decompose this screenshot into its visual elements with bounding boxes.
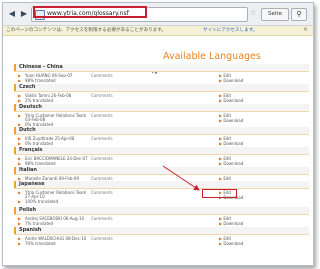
language-marker (14, 64, 16, 71)
divider (14, 154, 309, 155)
language-header: Spanish (14, 227, 309, 234)
download-link[interactable]: ▶ Download (219, 78, 243, 83)
divider (14, 214, 309, 215)
bullet-icon: ▶ (18, 98, 22, 103)
language-marker (14, 227, 16, 234)
bullet-icon: ▶ (18, 241, 22, 246)
star-icon[interactable]: ☆ (249, 7, 257, 20)
info-bar-link[interactable]: サイトにアクセスします。 (203, 27, 257, 33)
forward-icon[interactable]: ▶ (18, 8, 30, 20)
page-menu-button[interactable]: Seite (261, 8, 289, 21)
browser-toolbar: ◀ ▶ www.ytria.com/glossary.nsf ☆ Seite ⚲ (3, 3, 313, 26)
divider (14, 174, 309, 175)
language-marker (14, 84, 16, 91)
divider (14, 71, 309, 72)
download-highlight-box (202, 189, 237, 198)
language-marker (14, 147, 16, 154)
url-highlight-box (33, 6, 147, 18)
divider (14, 234, 309, 235)
divider (14, 111, 309, 112)
bullet-icon: ▶ (18, 221, 22, 226)
comments-link[interactable]: Comments (91, 236, 113, 241)
translation-percent: 0% translated (25, 141, 54, 146)
bullet-icon: ▶ (18, 161, 22, 166)
close-icon[interactable]: × (303, 26, 308, 33)
translation-percent: 2% translated (25, 98, 54, 103)
language-header: Dutch (14, 127, 309, 134)
download-link[interactable]: ▶ Download (219, 161, 243, 166)
language-header: Czech (14, 84, 309, 91)
bullet-icon: ▶ (18, 113, 22, 118)
info-bar-text: このページのコンテンツは、アクセスを制限する必要があることがあります。 (6, 28, 167, 33)
download-link[interactable]: ▶ Download (219, 221, 243, 226)
language-name: Dutch (19, 127, 36, 133)
download-link[interactable]: ▶ Download (219, 118, 243, 123)
comments-link[interactable]: Comments (91, 156, 113, 161)
search-icon[interactable]: ⚲ (291, 8, 307, 21)
language-header: Polish (14, 207, 309, 214)
translation-percent: 7% translated (25, 221, 54, 226)
language-name: Chinese - China (19, 64, 63, 70)
translation-percent: 100% translated (25, 199, 59, 204)
bullet-icon: ▶ (18, 141, 22, 146)
comments-link[interactable]: Comments (91, 136, 113, 141)
language-name: Czech (19, 84, 36, 90)
language-name: Français (19, 147, 43, 153)
translation-percent: 98% translated (25, 78, 56, 83)
download-link[interactable]: ▶ Download (219, 241, 243, 246)
info-bar: このページのコンテンツは、アクセスを制限する必要があることがあります。 サイトに… (3, 26, 313, 36)
comments-link[interactable]: Comments (91, 190, 113, 195)
comments-link[interactable]: Comments (91, 73, 113, 78)
language-marker (14, 127, 16, 134)
language-name: Italian (19, 167, 37, 173)
language-marker (14, 167, 16, 174)
language-header: Italian (14, 167, 309, 174)
language-marker (14, 181, 16, 188)
bullet-icon: ▶ (18, 199, 22, 204)
comments-link[interactable]: Comments (91, 93, 113, 98)
page-title: Available Languages (163, 51, 261, 62)
download-link[interactable]: ▶ Download (219, 141, 243, 146)
divider (14, 91, 309, 92)
bullet-icon: ▶ (18, 78, 22, 83)
language-header: Japanese (14, 181, 309, 188)
divider (14, 188, 309, 189)
divider (14, 134, 309, 135)
translation-percent: 98% translated (25, 161, 56, 166)
language-name: Deutsch (19, 104, 42, 110)
comments-link[interactable]: Comments (91, 113, 113, 118)
language-marker (14, 104, 16, 111)
language-name: Japanese (19, 181, 45, 187)
language-name: Spanish (19, 227, 42, 233)
language-header: Chinese - China (14, 64, 309, 71)
browser-window: ◀ ▶ www.ytria.com/glossary.nsf ☆ Seite ⚲… (2, 2, 314, 266)
download-link[interactable]: ▶ Download (219, 98, 243, 103)
comments-link[interactable]: Comments (91, 216, 113, 221)
language-header: Deutsch (14, 104, 309, 111)
language-marker (14, 207, 16, 214)
language-header: Français (14, 147, 309, 154)
language-name: Polish (19, 207, 37, 213)
back-icon[interactable]: ◀ (6, 8, 18, 20)
bullet-icon: ▶ (18, 190, 22, 195)
translation-percent: 70% translated (25, 241, 56, 246)
